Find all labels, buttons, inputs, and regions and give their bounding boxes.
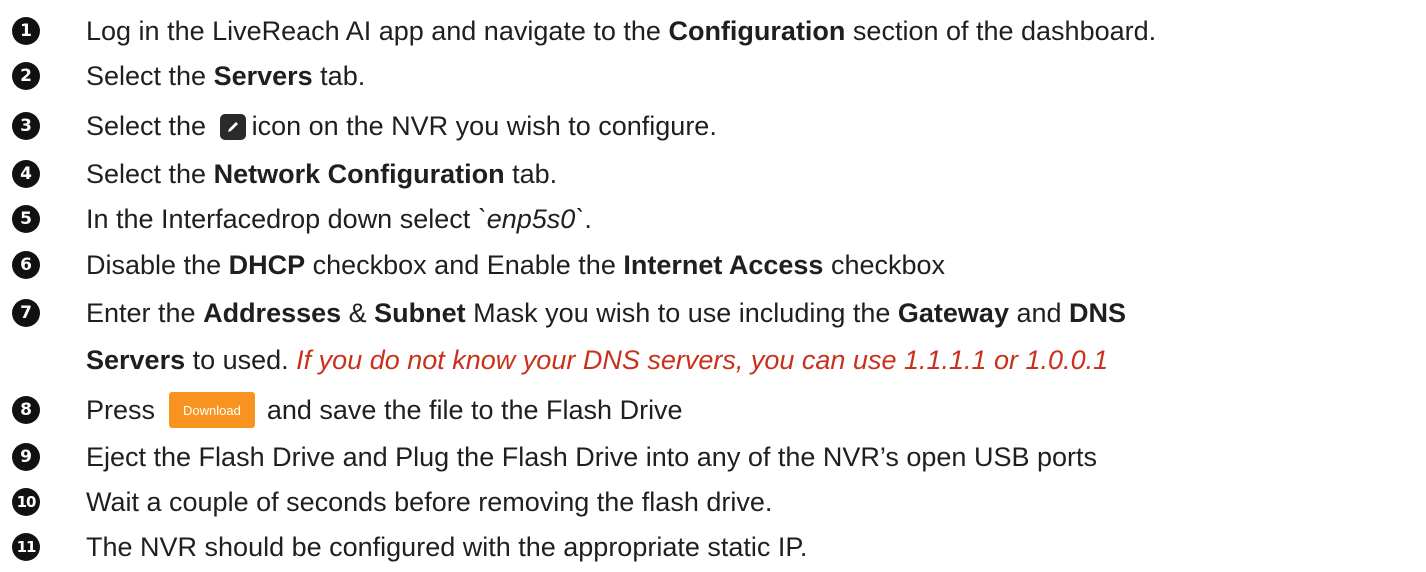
bold-term: Configuration [668,16,846,46]
text-segment: In the Interfacedrop down select [86,204,478,234]
step-number: 3 [12,112,40,140]
text-segment: Select the [86,61,214,91]
text-segment: . [584,204,592,234]
step-number: 11 [12,533,40,561]
step-number: 8 [12,396,40,424]
text-segment: tab. [312,61,366,91]
download-button[interactable]: Download [169,392,255,428]
text-segment: icon on the NVR you wish to configure. [251,111,717,141]
step-11: 11 The NVR should be configured with the… [0,527,1426,567]
step-text: Enter the Addresses & Subnet Mask you wi… [86,293,1126,333]
step-text: Select the Network Configuration tab. [86,154,557,194]
step-text: Disable the DHCP checkbox and Enable the… [86,245,945,285]
text-segment: Press [86,395,156,425]
step-number: 9 [12,443,40,471]
step-number: 5 [12,205,40,233]
step-number: 10 [12,488,40,516]
step-text: Eject the Flash Drive and Plug the Flash… [86,442,1097,472]
bold-term: Addresses [203,298,342,328]
step-number: 6 [12,251,40,279]
step-text: The NVR should be configured with the ap… [86,532,808,562]
text-segment: Select the [86,159,214,189]
text-segment: to used. [185,345,297,375]
step-1: 1 Log in the LiveReach AI app and naviga… [0,11,1426,51]
step-text: In the Interfacedrop down select `enp5s0… [86,199,592,239]
text-segment: section of the dashboard. [845,16,1157,46]
text-segment: and save the file to the Flash Drive [266,395,683,425]
step-text: Wait a couple of seconds before removing… [86,487,773,517]
bold-term: Gateway [897,298,1009,328]
text-segment: Mask you wish to use including the [465,298,898,328]
step-number: 4 [12,160,40,188]
text-segment: Log in the LiveReach AI app and navigate… [86,16,669,46]
step-7-continuation: Servers to used. If you do not know your… [0,340,1426,380]
text-segment: tab. [504,159,558,189]
text-segment: Select the [86,111,214,141]
text-segment: Enter the [86,298,204,328]
bold-term: Subnet [374,298,466,328]
step-text: Press Download and save the file to the Fl… [86,390,683,430]
step-text: Select the icon on the NVR you wish to c… [86,106,717,146]
edit-pencil-icon [219,114,246,140]
code-term: `enp5s0` [477,204,585,234]
step-text: Select the Servers tab. [86,56,365,96]
text-segment: Disable the [86,250,229,280]
text-segment: checkbox [823,250,946,280]
step-7: 7 Enter the Addresses & Subnet Mask you … [0,293,1426,333]
step-number: 2 [12,62,40,90]
bold-term: Servers [213,61,313,91]
step-number: 7 [12,299,40,327]
step-text: Servers to used. If you do not know your… [86,340,1108,380]
step-number: 1 [12,17,40,45]
step-3: 3 Select the icon on the NVR you wish to… [0,106,1426,146]
text-segment: & [341,298,375,328]
text-segment: checkbox and Enable the [305,250,624,280]
step-4: 4 Select the Network Configuration tab. [0,154,1426,194]
text-segment: and [1008,298,1070,328]
bold-term: Internet Access [623,250,824,280]
bold-term: Network Configuration [213,159,505,189]
bold-term: DNS [1069,298,1127,328]
step-text: Log in the LiveReach AI app and navigate… [86,11,1156,51]
step-10: 10 Wait a couple of seconds before remov… [0,482,1426,522]
step-8: 8 Press Download and save the file to the … [0,390,1426,430]
dns-note: If you do not know your DNS servers, you… [296,345,1109,375]
step-9: 9 Eject the Flash Drive and Plug the Fla… [0,437,1426,477]
bold-term: DHCP [228,250,306,280]
step-2: 2 Select the Servers tab. [0,56,1426,96]
bold-term: Servers [86,345,186,375]
step-6: 6 Disable the DHCP checkbox and Enable t… [0,245,1426,285]
step-5: 5 In the Interfacedrop down select `enp5… [0,199,1426,239]
